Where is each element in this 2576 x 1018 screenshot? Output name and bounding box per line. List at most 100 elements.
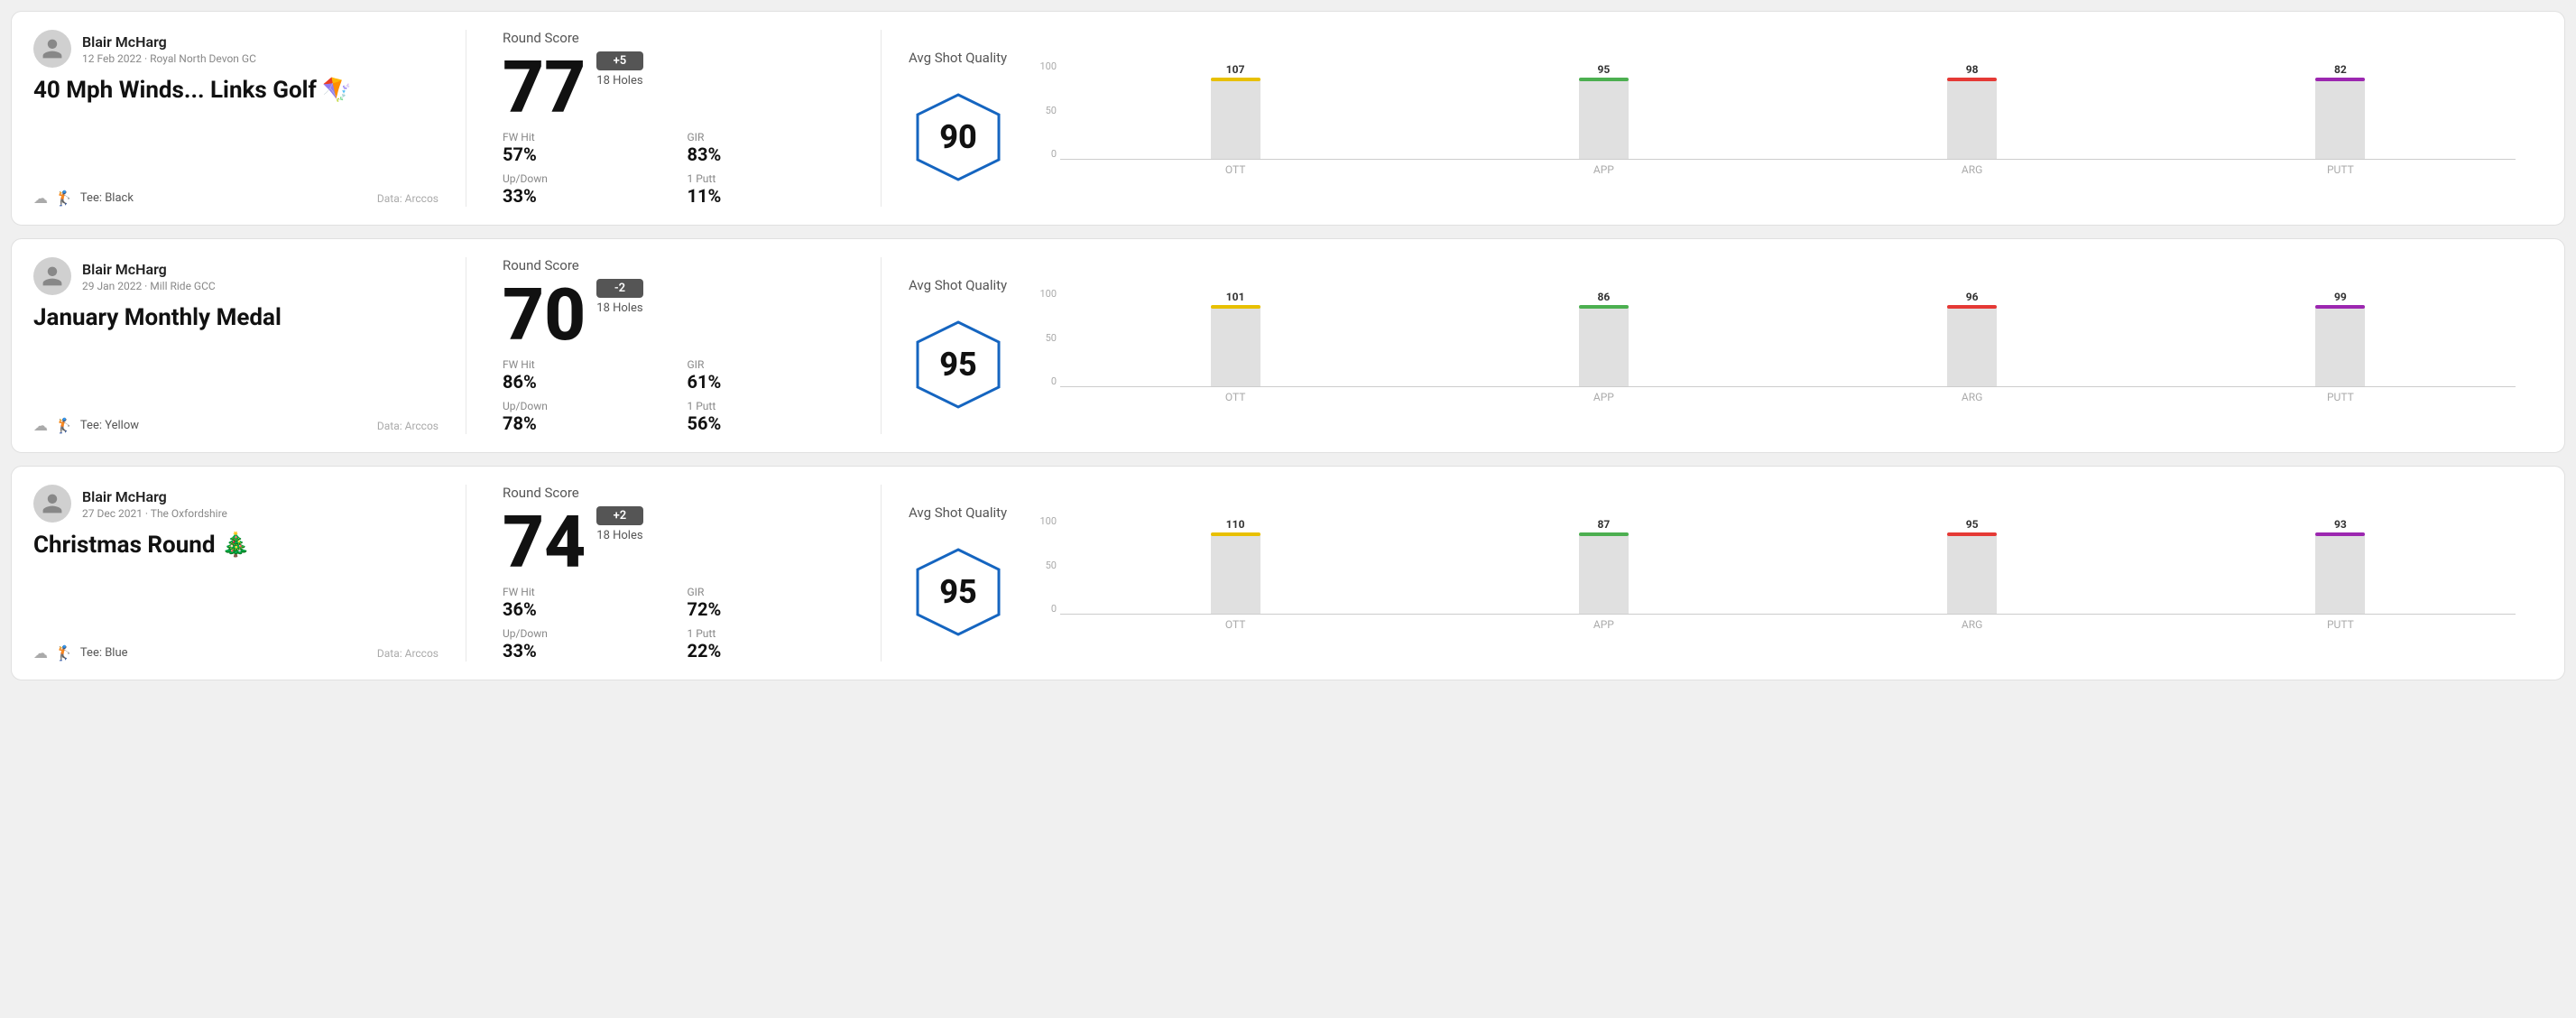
- bar-color-line-ott: [1211, 532, 1260, 536]
- tee-info: ☁ 🏌 Tee: Yellow: [33, 417, 139, 434]
- y-label-100: 100: [1035, 60, 1057, 72]
- hexagon-container: 90: [909, 88, 1008, 187]
- score-number: 77: [503, 51, 586, 124]
- bar-group-putt: 82: [2165, 60, 2516, 159]
- bar-bg-arg: [1947, 78, 1997, 159]
- left-section: Blair McHarg 27 Dec 2021 · The Oxfordshi…: [33, 485, 466, 662]
- gir-label: GIR: [688, 586, 845, 598]
- bar-chart: 100 50 0 107 95 98: [1035, 60, 2516, 176]
- bar-bg-arg: [1947, 532, 1997, 614]
- data-source: Data: Arccos: [377, 192, 439, 205]
- tee-info: ☁ 🏌 Tee: Black: [33, 190, 134, 207]
- chart-inner: 100 50 0 110 87 95: [1035, 515, 2516, 615]
- avg-shot-col: Avg Shot Quality 95: [909, 504, 1008, 642]
- bag-icon: 🏌: [55, 644, 73, 662]
- tee-data-row: ☁ 🏌 Tee: Blue Data: Arccos: [33, 644, 439, 662]
- gir-value: 72%: [688, 598, 845, 620]
- round-score-label: Round Score: [503, 485, 845, 501]
- bar-value-ott: 101: [1226, 291, 1245, 303]
- left-section: Blair McHarg 29 Jan 2022 · Mill Ride GCC…: [33, 257, 466, 434]
- bar-color-line-arg: [1947, 532, 1997, 536]
- bar-color-line-arg: [1947, 78, 1997, 81]
- oneputt-label: 1 Putt: [688, 172, 845, 185]
- bar-value-putt: 99: [2334, 291, 2347, 303]
- bar-value-ott: 110: [1226, 518, 1245, 531]
- bar-bg-putt: [2315, 532, 2365, 614]
- user-info: Blair McHarg 29 Jan 2022 · Mill Ride GCC: [82, 261, 216, 292]
- middle-section: Round Score 77 +5 18 Holes FW Hit 57% GI…: [466, 30, 882, 207]
- avg-shot-title: Avg Shot Quality: [909, 504, 1008, 521]
- bar-value-ott: 107: [1226, 63, 1245, 76]
- oneputt-stat: 1 Putt 11%: [688, 172, 845, 207]
- bag-icon: 🏌: [55, 417, 73, 434]
- x-label-putt: PUTT: [2165, 618, 2516, 631]
- fw-hit-stat: FW Hit 36%: [503, 586, 660, 620]
- x-label-arg: ARG: [1797, 391, 2147, 403]
- bar-bg-app: [1579, 532, 1629, 614]
- updown-label: Up/Down: [503, 400, 660, 412]
- user-header: Blair McHarg 29 Jan 2022 · Mill Ride GCC: [33, 257, 439, 295]
- round-card-round1: Blair McHarg 12 Feb 2022 · Royal North D…: [11, 11, 2565, 226]
- holes-label: 18 Holes: [596, 74, 642, 88]
- bar-group-putt: 93: [2165, 515, 2516, 614]
- x-label-ott: OTT: [1060, 618, 1410, 631]
- x-axis-labels: OTTAPPARGPUTT: [1035, 618, 2516, 631]
- avg-shot-title: Avg Shot Quality: [909, 50, 1008, 66]
- bar-color-line-putt: [2315, 78, 2365, 81]
- tee-label: Tee: Yellow: [80, 419, 139, 432]
- bar-value-app: 87: [1597, 518, 1610, 531]
- round-card-round2: Blair McHarg 29 Jan 2022 · Mill Ride GCC…: [11, 238, 2565, 453]
- chart-inner: 100 50 0 107 95 98: [1035, 60, 2516, 160]
- updown-stat: Up/Down 33%: [503, 627, 660, 662]
- bar-value-arg: 98: [1966, 63, 1979, 76]
- bag-icon: 🏌: [55, 190, 73, 207]
- bar-bg-app: [1579, 78, 1629, 159]
- bar-group-ott: 101: [1060, 288, 1410, 386]
- gir-stat: GIR 83%: [688, 131, 845, 165]
- date-course: 29 Jan 2022 · Mill Ride GCC: [82, 280, 216, 292]
- user-header: Blair McHarg 12 Feb 2022 · Royal North D…: [33, 30, 439, 68]
- gir-stat: GIR 61%: [688, 358, 845, 393]
- x-label-putt: PUTT: [2165, 163, 2516, 176]
- y-label-0: 0: [1035, 603, 1057, 615]
- avatar-icon: [41, 492, 64, 515]
- bar-group-arg: 96: [1797, 288, 2147, 386]
- updown-stat: Up/Down 33%: [503, 172, 660, 207]
- score-details: +5 18 Holes: [596, 51, 642, 93]
- y-axis: 100 50 0: [1035, 515, 1060, 615]
- x-label-putt: PUTT: [2165, 391, 2516, 403]
- round-title: Christmas Round 🎄: [33, 532, 439, 559]
- fw-hit-label: FW Hit: [503, 586, 660, 598]
- y-label-0: 0: [1035, 375, 1057, 387]
- bar-group-arg: 98: [1797, 60, 2147, 159]
- avg-shot-score: 95: [939, 346, 977, 384]
- user-name: Blair McHarg: [82, 261, 216, 278]
- bar-color-line-app: [1579, 305, 1629, 309]
- tee-data-row: ☁ 🏌 Tee: Black Data: Arccos: [33, 190, 439, 207]
- bar-group-ott: 107: [1060, 60, 1410, 159]
- gir-value: 61%: [688, 371, 845, 393]
- middle-section: Round Score 70 -2 18 Holes FW Hit 86% GI…: [466, 257, 882, 434]
- avatar: [33, 257, 71, 295]
- right-section: Avg Shot Quality 95 100 50 0: [882, 257, 2543, 434]
- hexagon: 90: [909, 88, 1008, 187]
- bar-color-line-app: [1579, 78, 1629, 81]
- x-axis-labels: OTTAPPARGPUTT: [1035, 163, 2516, 176]
- gir-label: GIR: [688, 131, 845, 143]
- score-row: 77 +5 18 Holes: [503, 51, 845, 124]
- bar-group-app: 86: [1428, 288, 1778, 386]
- avg-shot-col: Avg Shot Quality 90: [909, 50, 1008, 187]
- fw-hit-label: FW Hit: [503, 358, 660, 371]
- weather-icon: ☁: [33, 190, 48, 207]
- score-row: 74 +2 18 Holes: [503, 506, 845, 578]
- x-label-arg: ARG: [1797, 163, 2147, 176]
- stats-grid: FW Hit 57% GIR 83% Up/Down 33% 1 Putt 11…: [503, 131, 845, 207]
- score-row: 70 -2 18 Holes: [503, 279, 845, 351]
- updown-value: 78%: [503, 412, 660, 434]
- oneputt-value: 56%: [688, 412, 845, 434]
- bar-bg-ott: [1211, 532, 1260, 614]
- score-number: 74: [503, 506, 586, 578]
- bar-value-app: 86: [1597, 291, 1610, 303]
- right-section: Avg Shot Quality 90 100 50 0: [882, 30, 2543, 207]
- data-source: Data: Arccos: [377, 647, 439, 660]
